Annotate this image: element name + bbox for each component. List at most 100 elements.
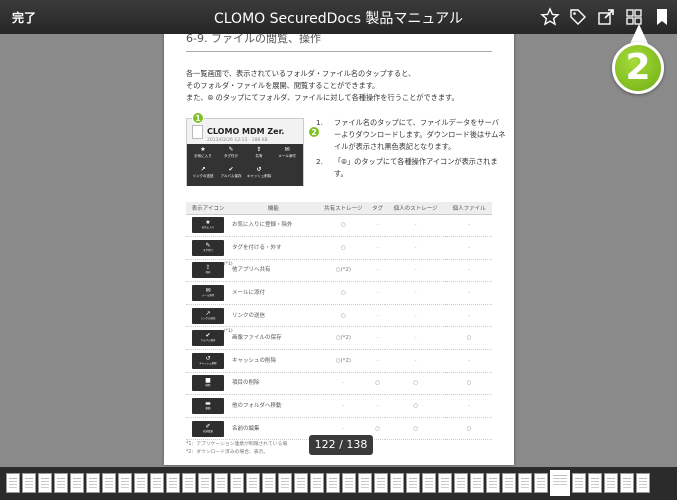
page-thumbnail[interactable] bbox=[470, 473, 484, 493]
action-icon: ■ 削除 bbox=[192, 375, 224, 392]
page-thumbnail[interactable] bbox=[150, 473, 164, 493]
note-mark: (*1) bbox=[224, 261, 233, 267]
availability-cell: - bbox=[370, 259, 386, 283]
function-cell: 名前の編集 bbox=[230, 417, 317, 441]
page-thumbnail[interactable] bbox=[406, 473, 420, 493]
page-thumbnail[interactable] bbox=[198, 473, 212, 493]
function-cell: キャッシュの削除 bbox=[230, 349, 317, 373]
tag-icon: ✎ タグ付け bbox=[224, 146, 238, 158]
availability-cell: - bbox=[446, 259, 492, 283]
page-thumbnail[interactable] bbox=[310, 473, 324, 493]
steps-list: 1. ファイル名のタップにて、ファイルデータをサーバーよりダウンロードします。ダ… bbox=[316, 117, 506, 183]
page-thumbnail[interactable] bbox=[534, 473, 548, 493]
page-thumbnail[interactable] bbox=[588, 473, 602, 493]
page-thumbnail[interactable] bbox=[38, 473, 52, 493]
page-thumbnail[interactable] bbox=[214, 473, 228, 493]
availability-cell: ○(*2) bbox=[316, 326, 370, 351]
page-thumbnail[interactable] bbox=[604, 473, 618, 493]
star-icon[interactable] bbox=[540, 7, 560, 27]
page-thumbnail[interactable] bbox=[636, 473, 650, 493]
example-screenshot: CLOMO MDM Zer. 2013/03/26 12:13 · 188 KB… bbox=[186, 118, 304, 186]
tag-icon[interactable] bbox=[568, 7, 588, 27]
page-thumbnail[interactable] bbox=[6, 473, 20, 493]
screenshot-file-meta: 2013/03/26 12:13 · 188 KB bbox=[207, 138, 268, 143]
document-thumbnail-icon bbox=[192, 125, 203, 139]
step-number: 1. bbox=[316, 118, 323, 127]
availability-cell: ○(*2) bbox=[316, 259, 370, 283]
availability-cell: ○ bbox=[385, 394, 447, 418]
row-icon-cell: ★ お気に入り bbox=[186, 214, 230, 238]
page-thumbnail[interactable] bbox=[572, 473, 586, 493]
availability-cell: - bbox=[385, 326, 447, 351]
page-thumbnail[interactable] bbox=[358, 473, 372, 493]
page-thumbnail[interactable] bbox=[262, 473, 276, 493]
page-thumbnail[interactable] bbox=[278, 473, 292, 493]
thumbnail-strip[interactable] bbox=[0, 467, 677, 500]
row-icon-cell: ⇪ 共有 (*1) bbox=[186, 259, 233, 283]
step-text: 「⦾」のタップにて各種操作アイコンが表示されます。 bbox=[334, 157, 498, 178]
function-cell: タグを付ける・外す bbox=[230, 236, 317, 260]
page-thumbnail[interactable] bbox=[390, 473, 404, 493]
page-thumbnail[interactable] bbox=[454, 473, 468, 493]
availability-cell: - bbox=[446, 281, 492, 305]
function-cell: 他のフォルダへ移動 bbox=[230, 394, 317, 418]
availability-cell: - bbox=[446, 349, 492, 373]
row-icon-cell: ↗ リンクの送信 bbox=[186, 304, 230, 328]
page-thumbnail[interactable] bbox=[374, 473, 388, 493]
action-icon: ✔ アルバム保存 bbox=[192, 330, 224, 347]
current-page-thumbnail[interactable] bbox=[550, 470, 570, 496]
availability-cell: - bbox=[385, 281, 447, 305]
page-thumbnail[interactable] bbox=[486, 473, 500, 493]
page-thumbnail[interactable] bbox=[22, 473, 36, 493]
action-icon: ▬ 移動 bbox=[192, 398, 224, 415]
availability-cell: - bbox=[385, 236, 447, 260]
row-icon-cell: ■ 削除 bbox=[186, 372, 230, 396]
availability-cell: - bbox=[370, 214, 386, 238]
mail-icon: ✉ メール添付 bbox=[278, 146, 296, 158]
page-thumbnail[interactable] bbox=[70, 473, 84, 493]
page-thumbnail[interactable] bbox=[518, 473, 532, 493]
function-cell: リンクの送信 bbox=[230, 304, 317, 328]
page-thumbnail[interactable] bbox=[230, 473, 244, 493]
availability-cell: - bbox=[370, 394, 386, 418]
favorite-icon: ★ お気に入り bbox=[194, 146, 212, 158]
page-thumbnail[interactable] bbox=[620, 473, 634, 493]
row-icon-cell: ▬ 移動 bbox=[186, 394, 230, 418]
page-thumbnail[interactable] bbox=[502, 473, 516, 493]
table-row: ★ お気に入り お気に入りに登録・除外 ○ - - - bbox=[186, 214, 492, 238]
page-thumbnail[interactable] bbox=[166, 473, 180, 493]
page-thumbnail[interactable] bbox=[326, 473, 340, 493]
table-row: ✉ メール添付 メールに添付 ○ - - - bbox=[186, 281, 492, 305]
document-page[interactable]: 6-9. ファイルの閲覧、操作 各一覧画面で、表示されているフォルダ・ファイル名… bbox=[164, 20, 514, 465]
availability-cell: - bbox=[385, 349, 447, 373]
page-thumbnail[interactable] bbox=[86, 473, 100, 493]
availability-cell: - bbox=[446, 236, 492, 260]
column-header: 機能 bbox=[230, 202, 317, 215]
page-thumbnail[interactable] bbox=[182, 473, 196, 493]
page-thumbnail[interactable] bbox=[422, 473, 436, 493]
availability-cell: - bbox=[446, 304, 492, 328]
step-text: ファイル名のタップにて、ファイルデータをサーバーよりダウンロードします。ダウンロ… bbox=[334, 118, 506, 151]
intro-line: 各一覧画面で、表示されているフォルダ・ファイル名のタップすると、 bbox=[186, 69, 416, 78]
availability-cell: ○ bbox=[316, 281, 370, 305]
album-save-icon: ✔ アルバム保存 bbox=[220, 166, 242, 178]
step-item: 1. ファイル名のタップにて、ファイルデータをサーバーよりダウンロードします。ダ… bbox=[316, 117, 506, 153]
page-thumbnail[interactable] bbox=[342, 473, 356, 493]
footnote: *2：ダウンロード済みの場合、表示。 bbox=[186, 450, 269, 455]
page-thumbnail[interactable] bbox=[118, 473, 132, 493]
badge-number: 2 bbox=[612, 42, 664, 94]
page-thumbnail[interactable] bbox=[134, 473, 148, 493]
function-cell: メールに添付 bbox=[230, 281, 317, 305]
note-mark: (*1) bbox=[224, 329, 233, 335]
action-icon: ↗ リンクの送信 bbox=[192, 307, 224, 324]
page-thumbnail[interactable] bbox=[54, 473, 68, 493]
availability-cell: ○ bbox=[446, 326, 492, 351]
share-icon: ⇪ 共有 bbox=[255, 146, 263, 158]
row-icon-cell: ✐ 名前変更 bbox=[186, 417, 230, 441]
column-header: タグ bbox=[370, 202, 386, 215]
page-thumbnail[interactable] bbox=[246, 473, 260, 493]
page-thumbnail[interactable] bbox=[102, 473, 116, 493]
page-thumbnail[interactable] bbox=[294, 473, 308, 493]
page-thumbnail[interactable] bbox=[438, 473, 452, 493]
intro-line: そのフォルダ・ファイルを展開、閲覧することができます。 bbox=[186, 81, 380, 90]
